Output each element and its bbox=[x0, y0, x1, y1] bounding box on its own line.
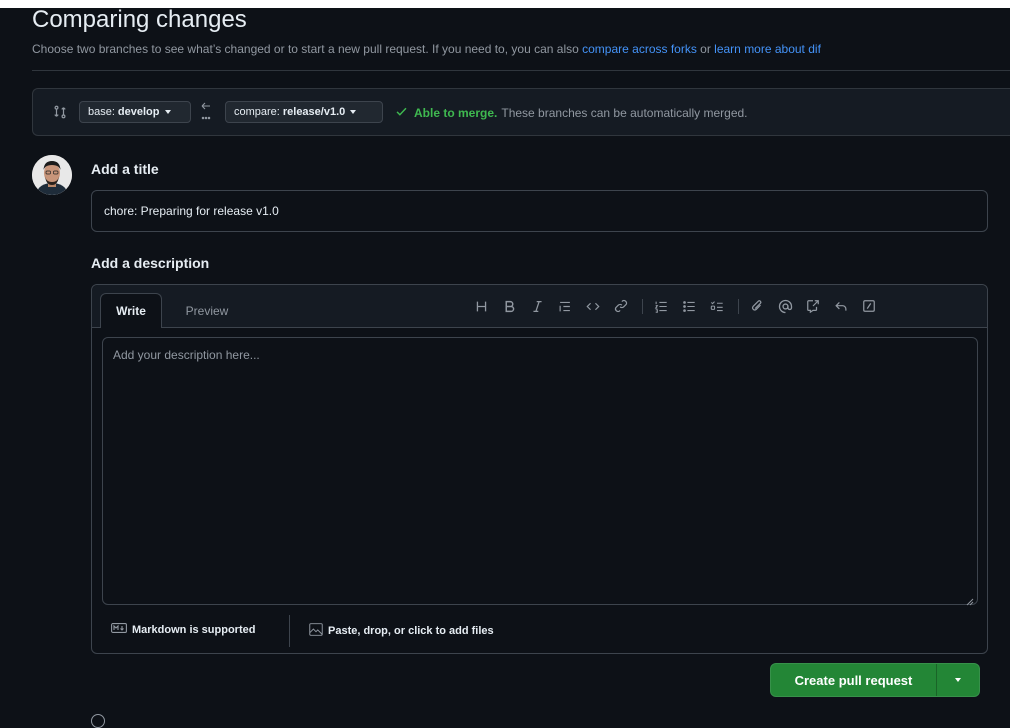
compare-branch-name: release/v1.0 bbox=[282, 106, 346, 118]
compare-forks-link[interactable]: compare across forks bbox=[582, 42, 697, 56]
chevron-down-icon bbox=[350, 110, 357, 114]
merge-status: Able to merge. These branches can be aut… bbox=[395, 105, 748, 121]
compare-branch-select[interactable]: compare: release/v1.0 bbox=[225, 101, 383, 123]
code-icon[interactable] bbox=[584, 297, 602, 315]
ordered-list-icon[interactable] bbox=[652, 297, 670, 315]
bold-icon[interactable] bbox=[500, 297, 518, 315]
base-branch-name: develop bbox=[117, 106, 160, 118]
merge-status-text: These branches can be automatically merg… bbox=[501, 106, 748, 120]
attach-icon[interactable] bbox=[748, 297, 766, 315]
attach-files-button[interactable]: Paste, drop, or click to add files bbox=[309, 623, 494, 639]
slash-commands-icon[interactable] bbox=[860, 297, 878, 315]
subtitle-text: Choose two branches to see what’s change… bbox=[32, 42, 583, 56]
description-textarea[interactable] bbox=[102, 337, 978, 605]
markdown-icon bbox=[111, 623, 127, 636]
link-icon[interactable] bbox=[612, 297, 630, 315]
base-branch-select[interactable]: base: develop bbox=[79, 101, 191, 123]
toolbar-separator bbox=[738, 299, 739, 314]
compare-page: Comparing changes Choose two branches to… bbox=[0, 0, 1010, 728]
editor-footer: Markdown is supported Paste, drop, or cl… bbox=[92, 611, 987, 653]
attach-note-text: Paste, drop, or click to add files bbox=[328, 625, 494, 637]
title-input[interactable] bbox=[91, 190, 988, 232]
description-label: Add a description bbox=[91, 255, 210, 271]
editor-header: Write Preview bbox=[92, 285, 987, 328]
compare-prefix: compare: bbox=[234, 106, 280, 118]
branch-range-box: base: develop compare: release/v1.0 Able… bbox=[32, 88, 1010, 136]
create-pull-request-button-group: Create pull request bbox=[770, 663, 980, 697]
base-prefix: base: bbox=[88, 106, 115, 118]
create-pull-request-button[interactable]: Create pull request bbox=[771, 664, 937, 696]
image-icon bbox=[309, 623, 323, 639]
subtitle-or: or bbox=[696, 42, 715, 56]
learn-more-link[interactable]: learn more about dif bbox=[714, 42, 821, 56]
mention-icon[interactable] bbox=[776, 297, 794, 315]
description-editor: Write Preview Add your description here.… bbox=[91, 284, 988, 654]
chevron-down-icon bbox=[164, 110, 171, 114]
markdown-note-text: Markdown is supported bbox=[132, 623, 256, 636]
tab-preview[interactable]: Preview bbox=[172, 293, 242, 328]
title-label: Add a title bbox=[91, 161, 159, 177]
arrow-left-icon bbox=[201, 101, 211, 125]
merge-ok-label: Able to merge. bbox=[414, 106, 498, 120]
avatar[interactable] bbox=[32, 155, 72, 195]
markdown-support-note[interactable]: Markdown is supported bbox=[111, 623, 255, 636]
tab-write[interactable]: Write bbox=[100, 293, 162, 328]
reference-icon[interactable] bbox=[804, 297, 822, 315]
header-divider bbox=[32, 70, 1010, 71]
create-options-dropdown[interactable] bbox=[937, 664, 979, 696]
italic-icon[interactable] bbox=[528, 297, 546, 315]
footer-separator bbox=[289, 615, 290, 647]
task-list-icon[interactable] bbox=[708, 297, 726, 315]
toolbar-separator bbox=[642, 299, 643, 314]
quote-icon[interactable] bbox=[556, 297, 574, 315]
reply-icon[interactable] bbox=[832, 297, 850, 315]
page-subtitle: Choose two branches to see what’s change… bbox=[32, 42, 821, 56]
page-title: Comparing changes bbox=[32, 6, 247, 33]
heading-icon[interactable] bbox=[472, 297, 490, 315]
unordered-list-icon[interactable] bbox=[680, 297, 698, 315]
chevron-down-icon bbox=[955, 678, 961, 682]
git-compare-icon bbox=[53, 105, 67, 124]
info-icon bbox=[91, 714, 105, 728]
resize-handle-icon[interactable] bbox=[966, 593, 974, 606]
check-icon bbox=[395, 105, 408, 121]
